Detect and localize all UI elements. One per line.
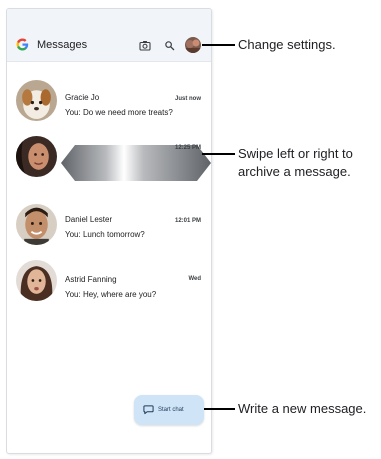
message-preview: You: Hey, where are you? xyxy=(65,290,157,299)
message-time: Wed xyxy=(188,276,201,282)
search-icon[interactable] xyxy=(164,40,175,51)
message-time: Just now xyxy=(174,96,201,102)
camera-icon[interactable] xyxy=(139,40,151,51)
settings-callout-line xyxy=(202,44,235,46)
conversation-row[interactable]: Astrid Fanning You: Hey, where are you? … xyxy=(7,255,211,311)
new-message-callout-line xyxy=(204,408,235,410)
chat-bubble-icon xyxy=(143,405,154,415)
phone-screen: Messages Gracie Jo You: Do we need more … xyxy=(6,8,212,454)
contact-name: Gracie Jo xyxy=(65,93,100,102)
contact-name: Daniel Lester xyxy=(65,215,113,224)
message-preview: You: Do we need more treats? xyxy=(65,108,173,117)
profile-avatar[interactable] xyxy=(185,37,201,53)
swipe-callout-text-line1: Swipe left or right to xyxy=(238,146,353,161)
contact-name: Astrid Fanning xyxy=(65,275,117,284)
dog-avatar xyxy=(16,80,57,121)
conversation-row[interactable]: Gracie Jo You: Do we need more treats? J… xyxy=(7,73,211,129)
woman-avatar xyxy=(16,136,57,177)
app-bar: Messages xyxy=(7,9,211,62)
new-message-callout-text: Write a new message. xyxy=(238,401,367,416)
settings-callout-text: Change settings. xyxy=(238,37,336,52)
conversation-row[interactable]: Daniel Lester You: Lunch tomorrow? 12:01… xyxy=(7,197,211,253)
swipe-callout-line xyxy=(202,153,235,155)
start-chat-label: Start chat xyxy=(158,407,184,413)
google-logo-icon xyxy=(16,38,29,51)
message-time: 12:25 PM xyxy=(174,145,201,151)
message-time: 12:01 PM xyxy=(174,218,201,224)
swipe-callout-text-line2: archive a message. xyxy=(238,164,351,179)
woman2-avatar xyxy=(16,260,57,301)
man-avatar xyxy=(16,204,57,245)
start-chat-button[interactable]: Start chat xyxy=(134,395,204,425)
message-preview: You: Lunch tomorrow? xyxy=(65,230,145,239)
app-title: Messages xyxy=(37,39,88,51)
